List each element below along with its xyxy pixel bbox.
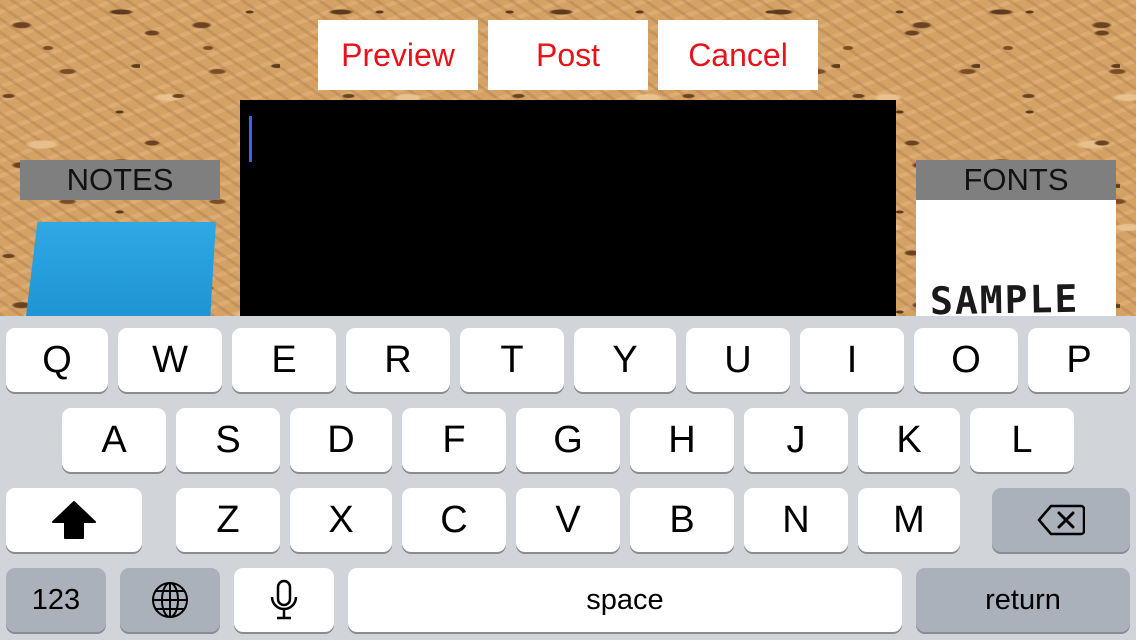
key-i[interactable]: I bbox=[800, 328, 904, 392]
delete-icon bbox=[1037, 503, 1085, 537]
delete-key[interactable] bbox=[992, 488, 1130, 552]
key-e[interactable]: E bbox=[232, 328, 336, 392]
key-s[interactable]: S bbox=[176, 408, 280, 472]
space-key[interactable]: space bbox=[348, 568, 902, 632]
key-v[interactable]: V bbox=[516, 488, 620, 552]
onscreen-keyboard: Q W E R T Y U I O P A S D F G H J K L Z … bbox=[0, 316, 1136, 640]
shift-key[interactable] bbox=[6, 488, 142, 552]
key-u[interactable]: U bbox=[686, 328, 790, 392]
key-m[interactable]: M bbox=[858, 488, 960, 552]
key-d[interactable]: D bbox=[290, 408, 392, 472]
font-sample-text: SAMPLE bbox=[929, 276, 1080, 316]
notes-label: NOTES bbox=[20, 160, 220, 200]
shift-icon bbox=[51, 500, 97, 540]
font-sample-card[interactable]: SAMPLE bbox=[916, 200, 1116, 316]
numbers-key[interactable]: 123 bbox=[6, 568, 106, 632]
key-o[interactable]: O bbox=[914, 328, 1018, 392]
return-key[interactable]: return bbox=[916, 568, 1130, 632]
key-c[interactable]: C bbox=[402, 488, 506, 552]
key-w[interactable]: W bbox=[118, 328, 222, 392]
globe-icon bbox=[150, 580, 190, 620]
post-button[interactable]: Post bbox=[488, 20, 648, 90]
key-k[interactable]: K bbox=[858, 408, 960, 472]
key-t[interactable]: T bbox=[460, 328, 564, 392]
fonts-label: FONTS bbox=[916, 160, 1116, 200]
key-j[interactable]: J bbox=[744, 408, 848, 472]
key-r[interactable]: R bbox=[346, 328, 450, 392]
text-editor[interactable] bbox=[240, 100, 896, 316]
globe-key[interactable] bbox=[120, 568, 220, 632]
key-f[interactable]: F bbox=[402, 408, 506, 472]
key-a[interactable]: A bbox=[62, 408, 166, 472]
note-sticky[interactable] bbox=[26, 222, 216, 316]
preview-button[interactable]: Preview bbox=[318, 20, 478, 90]
microphone-icon bbox=[269, 579, 299, 621]
key-x[interactable]: X bbox=[290, 488, 392, 552]
cancel-button[interactable]: Cancel bbox=[658, 20, 818, 90]
key-h[interactable]: H bbox=[630, 408, 734, 472]
key-z[interactable]: Z bbox=[176, 488, 280, 552]
text-cursor bbox=[249, 116, 252, 162]
key-n[interactable]: N bbox=[744, 488, 848, 552]
key-p[interactable]: P bbox=[1028, 328, 1130, 392]
microphone-key[interactable] bbox=[234, 568, 334, 632]
key-q[interactable]: Q bbox=[6, 328, 108, 392]
key-b[interactable]: B bbox=[630, 488, 734, 552]
key-l[interactable]: L bbox=[970, 408, 1074, 472]
key-y[interactable]: Y bbox=[574, 328, 676, 392]
key-g[interactable]: G bbox=[516, 408, 620, 472]
